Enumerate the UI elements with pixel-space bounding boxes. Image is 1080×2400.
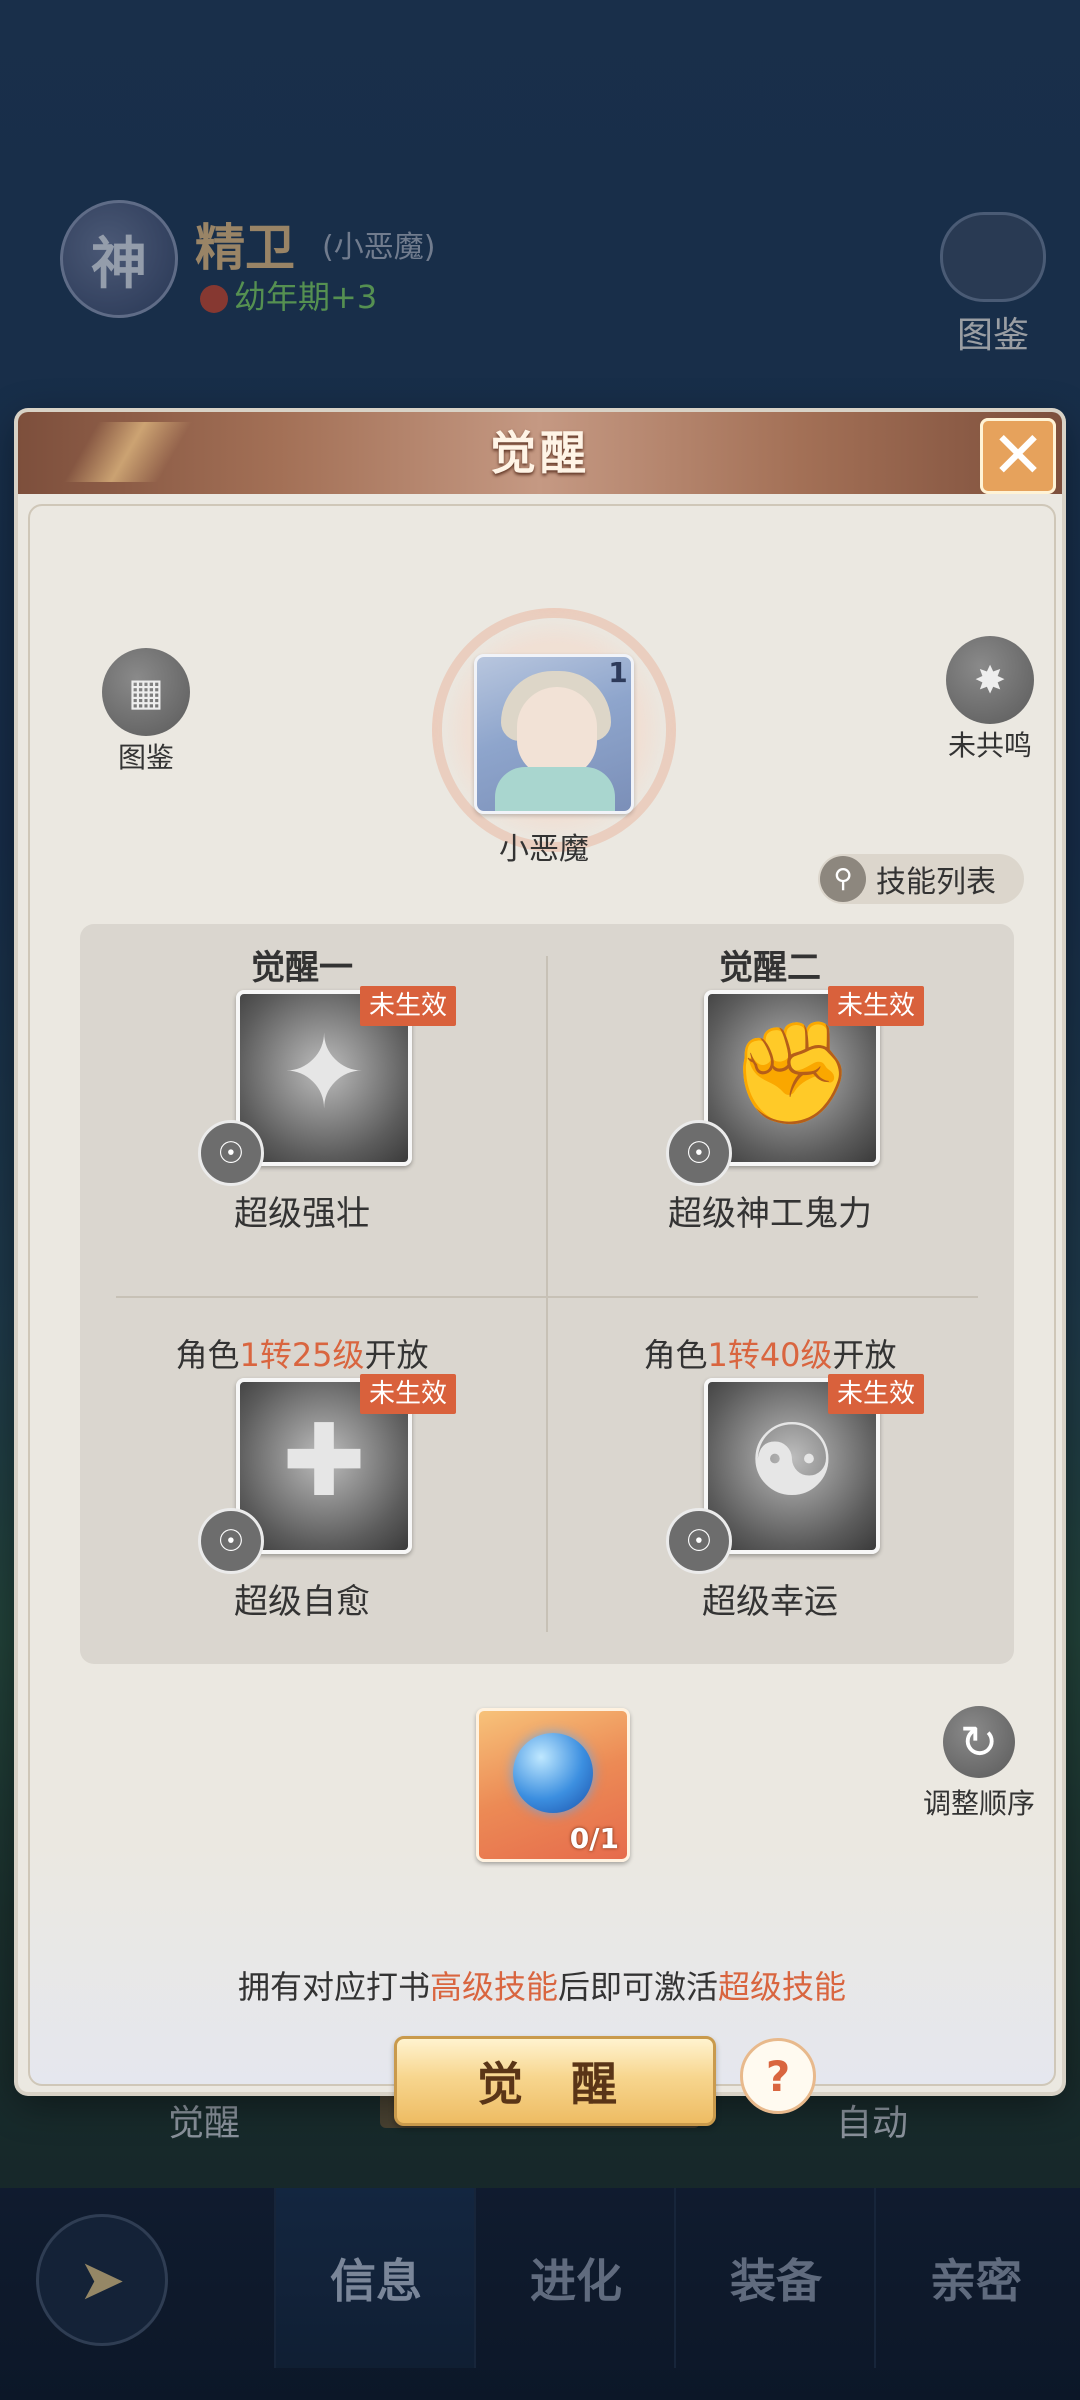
hint-text: 拥有对应打书高级技能后即可激活超级技能 — [30, 1962, 1054, 2008]
dialog-body: ▦ 图鉴 1 小恶魔 ✸ 未共鸣 ⚲ 技能列表 觉醒一 ✦ 未生效 ☉ 超级强壮… — [28, 504, 1056, 2126]
refresh-icon: ↻ — [943, 1706, 1015, 1778]
req-prefix: 角色 — [175, 1336, 240, 1374]
skill-glyph: ✦ — [282, 1014, 366, 1131]
unlock-icon: ☉ — [666, 1508, 732, 1574]
help-icon[interactable]: ? — [740, 2038, 816, 2114]
codex-book-icon: ▦ — [102, 648, 190, 736]
awaken-item-slot[interactable]: 0/1 — [476, 1708, 630, 1862]
unlock-requirement: 角色1转40级开放 — [570, 1330, 970, 1376]
skill-name: 超级自愈 — [234, 1582, 370, 1622]
unlock-icon: ☉ — [198, 1120, 264, 1186]
awaken-button[interactable]: 觉 醒 — [394, 2036, 716, 2126]
skill-slot-1[interactable]: 觉醒一 ✦ 未生效 ☉ 超级强壮 — [102, 924, 502, 1264]
reorder-label: 调整顺序 — [922, 1787, 1035, 1820]
flame-icon: ✸ — [946, 636, 1034, 724]
resonance-button[interactable]: ✸ 未共鸣 — [930, 636, 1050, 764]
skill-slot-heading: 觉醒二 — [719, 948, 821, 988]
awaken-skills-panel: 觉醒一 ✦ 未生效 ☉ 超级强壮 觉醒二 ✊ 未生效 ☉ 超级神工鬼力 角色1转… — [80, 924, 1014, 1664]
codex-label: 图鉴 — [117, 741, 174, 774]
hint-highlight: 高级技能 — [429, 1968, 558, 2006]
portrait-face — [517, 687, 597, 777]
unlock-icon: ☉ — [198, 1508, 264, 1574]
req-suffix: 开放 — [832, 1336, 897, 1374]
skill-glyph: ✊ — [729, 1014, 855, 1131]
search-icon: ⚲ — [820, 856, 866, 902]
skill-name: 超级强壮 — [234, 1194, 370, 1234]
skill-slot-2[interactable]: 觉醒二 ✊ 未生效 ☉ 超级神工鬼力 — [570, 924, 970, 1264]
divider — [116, 1296, 978, 1298]
pet-level: 1 — [608, 656, 628, 689]
portrait-body — [495, 767, 615, 811]
status-badge: 未生效 — [360, 986, 456, 1026]
dialog-title: 觉醒 — [490, 426, 590, 480]
req-suffix: 开放 — [364, 1336, 429, 1374]
skill-slot-heading: 觉醒一 — [251, 948, 353, 988]
hint-highlight: 超级技能 — [718, 1968, 847, 2006]
skill-slot-4[interactable]: 角色1转40级开放 ☯ 未生效 ☉ 超级幸运 — [570, 1312, 970, 1652]
req-prefix: 角色 — [643, 1336, 708, 1374]
unlock-icon: ☉ — [666, 1120, 732, 1186]
divider — [546, 956, 548, 1632]
hint-part: 后即可激活 — [558, 1968, 719, 2006]
skill-name: 超级幸运 — [702, 1582, 838, 1622]
status-badge: 未生效 — [360, 1374, 456, 1414]
skill-glyph: ☯ — [747, 1402, 837, 1519]
pet-name: 小恶魔 — [499, 832, 589, 867]
status-badge: 未生效 — [828, 986, 924, 1026]
skill-list-button[interactable]: ⚲ 技能列表 — [818, 854, 1024, 904]
orb-icon — [513, 1733, 593, 1813]
req-level: 1转25级 — [239, 1336, 365, 1374]
skill-name: 超级神工鬼力 — [668, 1194, 872, 1234]
unlock-requirement: 角色1转25级开放 — [102, 1330, 502, 1376]
item-count: 0/1 — [569, 1822, 619, 1855]
hint-part: 拥有对应打书 — [237, 1968, 430, 2006]
skill-slot-3[interactable]: 角色1转25级开放 ✚ 未生效 ☉ 超级自愈 — [102, 1312, 502, 1652]
codex-button[interactable]: ▦ 图鉴 — [86, 648, 206, 776]
reorder-button[interactable]: ↻ 调整顺序 — [914, 1706, 1044, 1822]
skill-glyph: ✚ — [282, 1402, 366, 1519]
resonance-label: 未共鸣 — [947, 729, 1032, 762]
status-badge: 未生效 — [828, 1374, 924, 1414]
req-level: 1转40级 — [707, 1336, 833, 1374]
awaken-dialog: 觉醒 ✕ ▦ 图鉴 1 小恶魔 ✸ 未共鸣 ⚲ 技能列表 觉醒一 ✦ 未生效 ☉… — [18, 412, 1062, 2126]
close-icon[interactable]: ✕ — [980, 418, 1056, 494]
skill-list-label: 技能列表 — [876, 865, 996, 900]
